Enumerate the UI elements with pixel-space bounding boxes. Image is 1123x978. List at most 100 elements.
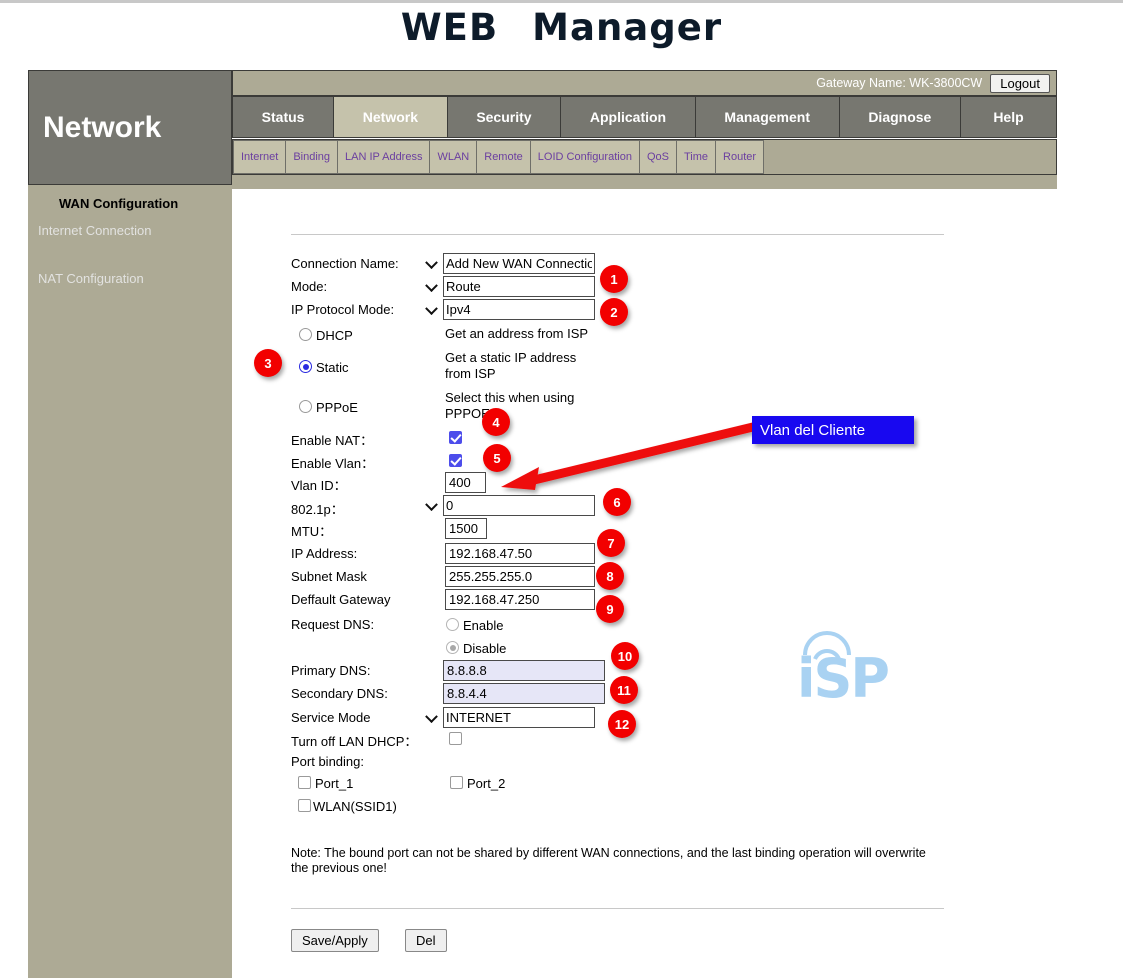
radio-static[interactable]	[299, 360, 312, 373]
main-tab-status[interactable]: Status	[233, 97, 334, 137]
sub-tab-internet[interactable]: Internet	[233, 140, 286, 174]
tab-filler-bar	[232, 175, 1057, 189]
label-connection-name: Connection Name:	[291, 256, 399, 271]
radio-request-dns-disable[interactable]	[446, 641, 459, 654]
checkbox-port-2[interactable]	[450, 776, 463, 789]
label-primary-dns: Primary DNS:	[291, 663, 370, 678]
watermark-text: iSP	[797, 647, 917, 710]
checkbox-port-1[interactable]	[298, 776, 311, 789]
label-mode: Mode:	[291, 279, 327, 294]
annotation-badge-11: 11	[610, 676, 638, 704]
top-divider	[0, 0, 1123, 3]
annotation-badge-12: 12	[608, 710, 636, 738]
sidebar-item-internet-connection[interactable]: Internet Connection	[38, 223, 151, 238]
sub-tab-qos[interactable]: QoS	[640, 140, 677, 174]
desc-dhcp: Get an address from ISP	[445, 326, 605, 342]
label-port-2: Port_2	[467, 776, 505, 791]
mtu-input[interactable]	[445, 518, 487, 539]
radio-pppoe[interactable]	[299, 400, 312, 413]
desc-static: Get a static IP address from ISP	[445, 350, 605, 382]
gateway-bar: Gateway Name: WK-3800CW Logout	[232, 70, 1057, 96]
label-turn-off-lan-dhcp: Turn off LAN DHCP：	[291, 731, 417, 750]
main-tab-application[interactable]: Application	[561, 97, 696, 137]
label-request-dns-disable: Disable	[463, 641, 506, 656]
divider-bottom	[291, 908, 944, 909]
page-title-manager: Manager	[532, 6, 722, 49]
checkbox-turn-off-lan-dhcp[interactable]	[449, 732, 462, 745]
secondary-dns-input[interactable]	[443, 683, 605, 704]
sub-tab-binding[interactable]: Binding	[286, 140, 338, 174]
label-port-1: Port_1	[315, 776, 353, 791]
main-tab-label: Security	[476, 109, 531, 125]
default-gateway-input[interactable]	[445, 589, 595, 610]
wifi-arc-icon	[797, 629, 917, 669]
main-tab-management[interactable]: Management	[696, 97, 840, 137]
logout-button[interactable]: Logout	[990, 74, 1050, 93]
sub-tab-time[interactable]: Time	[677, 140, 716, 174]
page-title: WEB Manager	[0, 6, 1123, 49]
main-tab-label: Status	[262, 109, 305, 125]
annotation-badge-1: 1	[600, 265, 628, 293]
label-subnet-mask: Subnet Mask	[291, 569, 367, 584]
ip-protocol-mode-select[interactable]: Ipv4	[443, 299, 595, 320]
label-ip-address: IP Address:	[291, 546, 357, 561]
label-dhcp: DHCP	[316, 328, 353, 343]
checkbox-wlan-ssid1[interactable]	[298, 799, 311, 812]
annotation-badge-7: 7	[597, 529, 625, 557]
annotation-badge-8: 8	[596, 562, 624, 590]
main-tab-label: Diagnose	[868, 109, 931, 125]
annotation-badge-2: 2	[600, 298, 628, 326]
sub-tab-router[interactable]: Router	[716, 140, 764, 174]
sidebar-item-nat-configuration[interactable]: NAT Configuration	[38, 271, 144, 286]
annotation-badge-6: 6	[603, 488, 631, 516]
primary-dns-input[interactable]	[443, 660, 605, 681]
label-port-binding: Port binding:	[291, 754, 364, 769]
dot1p-select[interactable]: 0	[443, 495, 595, 516]
del-button[interactable]: Del	[405, 929, 447, 952]
main-tab-label: Management	[724, 109, 810, 125]
sub-tab-bar: InternetBindingLAN IP AddressWLANRemoteL…	[232, 139, 1057, 175]
connection-name-select[interactable]: Add New WAN Connection	[443, 253, 595, 274]
brand-title: Network	[29, 111, 161, 145]
radio-dhcp[interactable]	[299, 328, 312, 341]
subnet-mask-input[interactable]	[445, 566, 595, 587]
sub-tab-lan-ip-address[interactable]: LAN IP Address	[338, 140, 430, 174]
annotation-badge-4: 4	[482, 408, 510, 436]
checkbox-enable-nat[interactable]	[449, 431, 462, 444]
main-tab-bar: Status Network Security Application Manageme…	[232, 96, 1057, 138]
label-dot1p: 802.1p：	[291, 499, 344, 518]
label-request-dns: Request DNS:	[291, 617, 374, 632]
main-tab-label: Application	[590, 109, 666, 125]
sub-tab-remote[interactable]: Remote	[477, 140, 531, 174]
note-text: Note: The bound port can not be shared b…	[291, 846, 931, 876]
main-tab-label: Network	[363, 109, 418, 125]
save-apply-button[interactable]: Save/Apply	[291, 929, 379, 952]
desc-pppoe: Select this when using PPPOE	[445, 390, 605, 422]
gateway-name-label: Gateway Name: WK-3800CW	[816, 76, 982, 90]
label-enable-vlan: Enable Vlan：	[291, 453, 374, 472]
mode-select[interactable]: Route	[443, 276, 595, 297]
label-pppoe: PPPoE	[316, 400, 358, 415]
label-mtu: MTU：	[291, 521, 332, 540]
radio-request-dns-enable[interactable]	[446, 618, 459, 631]
callout-vlan-cliente: Vlan del Cliente	[752, 416, 914, 444]
vlan-id-input[interactable]	[445, 472, 486, 493]
checkbox-enable-vlan[interactable]	[449, 454, 462, 467]
ip-address-input[interactable]	[445, 543, 595, 564]
page-title-web: WEB	[401, 6, 498, 49]
sub-tab-loid-configuration[interactable]: LOID Configuration	[531, 140, 640, 174]
label-static: Static	[316, 360, 349, 375]
main-tab-diagnose[interactable]: Diagnose	[840, 97, 961, 137]
annotation-badge-5: 5	[483, 444, 511, 472]
section-title: WAN Configuration	[59, 196, 178, 211]
sub-tab-wlan[interactable]: WLAN	[430, 140, 477, 174]
main-tab-security[interactable]: Security	[448, 97, 562, 137]
service-mode-select[interactable]: INTERNET	[443, 707, 595, 728]
annotation-badge-10: 10	[611, 642, 639, 670]
label-secondary-dns: Secondary DNS:	[291, 686, 388, 701]
annotation-badge-9: 9	[596, 595, 624, 623]
main-tab-network[interactable]: Network	[334, 97, 448, 137]
label-default-gateway: Deffault Gateway	[291, 592, 390, 607]
isp-watermark: iSP	[797, 629, 917, 719]
main-tab-help[interactable]: Help	[961, 97, 1056, 137]
